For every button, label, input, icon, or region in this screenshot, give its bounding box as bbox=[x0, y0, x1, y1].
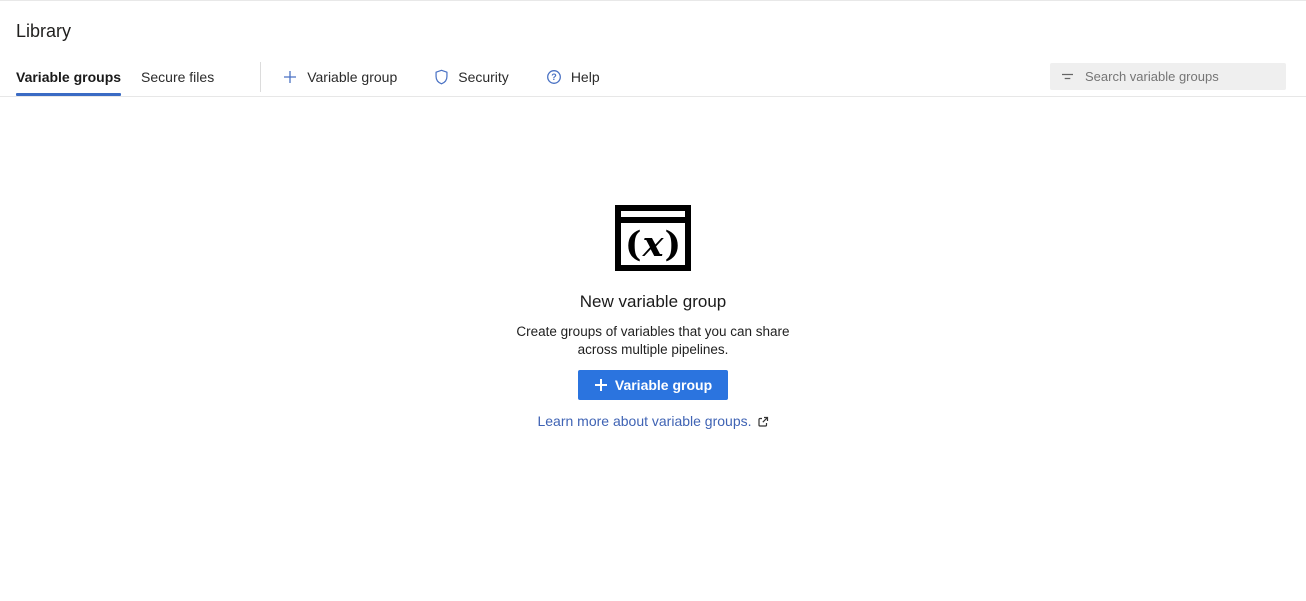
tab-bar: Variable groups Secure files Variable gr… bbox=[0, 57, 1306, 97]
plus-icon bbox=[282, 69, 298, 85]
search-box[interactable] bbox=[1050, 63, 1286, 90]
add-variable-group-command[interactable]: Variable group bbox=[282, 57, 397, 96]
empty-state-description: Create groups of variables that you can … bbox=[0, 323, 1306, 358]
learn-more-link[interactable]: Learn more about variable groups. bbox=[537, 413, 751, 429]
new-variable-group-button[interactable]: Variable group bbox=[578, 370, 728, 400]
tab-secure-files-label: Secure files bbox=[141, 69, 214, 85]
empty-state-heading: New variable group bbox=[0, 292, 1306, 312]
filter-icon bbox=[1060, 69, 1075, 84]
shield-icon bbox=[434, 69, 449, 85]
empty-state: (x) New variable group Create groups of … bbox=[0, 205, 1306, 429]
add-variable-group-label: Variable group bbox=[307, 69, 397, 85]
plus-icon bbox=[594, 378, 608, 392]
help-glyph: ? bbox=[551, 72, 557, 82]
main-content: (x) New variable group Create groups of … bbox=[0, 205, 1306, 429]
page-header: Library bbox=[0, 1, 1306, 42]
new-variable-group-button-label: Variable group bbox=[615, 377, 712, 393]
learn-more-row: Learn more about variable groups. bbox=[0, 413, 1306, 429]
toolbar-divider bbox=[260, 62, 261, 92]
search-input[interactable] bbox=[1085, 63, 1286, 90]
svg-text:(x): (x) bbox=[625, 224, 681, 265]
variable-group-icon: (x) bbox=[615, 205, 691, 276]
tab-variable-groups-label: Variable groups bbox=[16, 69, 121, 85]
security-command[interactable]: Security bbox=[434, 57, 509, 96]
help-command[interactable]: ? Help bbox=[546, 57, 600, 96]
tab-variable-groups[interactable]: Variable groups bbox=[16, 57, 121, 96]
library-page: Library Variable groups Secure files Var… bbox=[0, 1, 1306, 429]
page-title: Library bbox=[16, 20, 1290, 42]
security-label: Security bbox=[458, 69, 509, 85]
tab-secure-files[interactable]: Secure files bbox=[141, 57, 214, 96]
description-line-2: across multiple pipelines. bbox=[0, 341, 1306, 359]
help-icon: ? bbox=[546, 69, 562, 85]
description-line-1: Create groups of variables that you can … bbox=[0, 323, 1306, 341]
external-link-icon bbox=[757, 416, 769, 428]
help-label: Help bbox=[571, 69, 600, 85]
